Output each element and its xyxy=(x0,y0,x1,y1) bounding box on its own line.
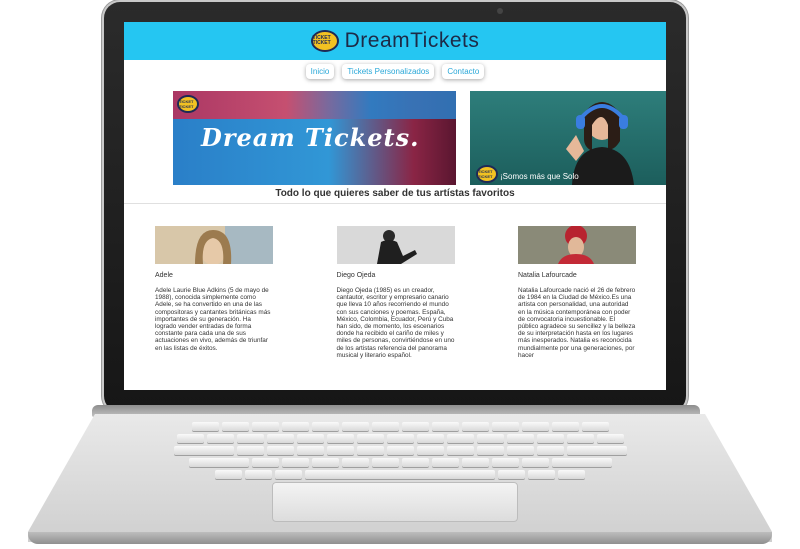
keyboard-key xyxy=(431,458,459,467)
banner-section: TICKET TICKET Dream Tickets. TICKET TICK… xyxy=(124,79,666,219)
keyboard-key xyxy=(491,422,519,431)
keyboard-key xyxy=(326,446,354,455)
keyboard-key xyxy=(536,434,564,443)
keyboard-key xyxy=(528,470,555,479)
singer-with-headphones-image xyxy=(566,102,634,185)
keyboard xyxy=(120,422,680,484)
trackpad[interactable] xyxy=(272,482,518,522)
keyboard-key xyxy=(536,446,564,455)
keyboard-key xyxy=(245,470,272,479)
keyboard-key xyxy=(506,434,534,443)
keyboard-key xyxy=(236,434,264,443)
keyboard-key xyxy=(566,446,627,455)
singer-banner: TICKET TICKET ¡Somos más que Solo xyxy=(470,91,666,185)
ticket-badge-icon: TICKET TICKET xyxy=(476,165,498,183)
artist-card-natalia-lafourcade: Natalia Lafourcade Natalia Lafourcade na… xyxy=(518,226,636,359)
keyboard-key xyxy=(191,422,219,431)
keyboard-key xyxy=(446,446,474,455)
keyboard-key xyxy=(266,446,294,455)
keyboard-key xyxy=(551,422,579,431)
laptop-mockup: TICKET TICKET DreamTickets Inicio Ticket… xyxy=(0,0,800,549)
keyboard-key xyxy=(498,470,525,479)
keyboard-key xyxy=(386,434,414,443)
keyboard-key xyxy=(281,422,309,431)
keyboard-key xyxy=(506,446,534,455)
keyboard-key xyxy=(521,458,549,467)
keyboard-key xyxy=(371,422,399,431)
keyboard-key xyxy=(558,470,585,479)
artist-bio: Diego Ojeda (1985) es un creador, cantau… xyxy=(336,287,455,359)
artist-bio: Natalia Lafourcade nació el 26 de febrer… xyxy=(518,287,636,359)
keyboard-key xyxy=(356,446,384,455)
keyboard-key xyxy=(275,470,302,479)
keyboard-key xyxy=(173,446,234,455)
keyboard-key xyxy=(476,434,504,443)
keyboard-key xyxy=(371,458,399,467)
keyboard-key xyxy=(215,470,242,479)
keyboard-key xyxy=(461,458,489,467)
artist-photo-adele[interactable] xyxy=(155,226,273,264)
keyboard-key xyxy=(581,422,609,431)
banner-script-title: Dream Tickets. xyxy=(201,123,420,152)
keyboard-key xyxy=(176,434,204,443)
keyboard-key xyxy=(296,434,324,443)
ticket-badge-icon: TICKET TICKET xyxy=(177,95,199,113)
artist-list: Adele Adele Laurie Blue Adkins (5 de may… xyxy=(124,204,666,359)
nav-link-tickets-personalizados[interactable]: Tickets Personalizados xyxy=(342,64,435,79)
keyboard-key xyxy=(491,458,519,467)
laptop-screen: TICKET TICKET DreamTickets Inicio Ticket… xyxy=(124,22,666,390)
keyboard-key xyxy=(356,434,384,443)
keyboard-key xyxy=(296,446,324,455)
dream-tickets-banner: TICKET TICKET Dream Tickets. xyxy=(173,91,456,185)
keyboard-key xyxy=(251,458,279,467)
confetti-decoration xyxy=(173,91,456,119)
laptop-base-edge xyxy=(28,532,772,544)
keyboard-key xyxy=(341,422,369,431)
main-nav: Inicio Tickets Personalizados Contacto xyxy=(124,64,666,79)
keyboard-key xyxy=(311,458,339,467)
keyboard-key xyxy=(326,434,354,443)
artist-name: Diego Ojeda xyxy=(336,272,376,279)
keyboard-key xyxy=(341,458,369,467)
site-header: TICKET TICKET DreamTickets xyxy=(124,22,666,60)
keyboard-key xyxy=(596,434,624,443)
keyboard-key xyxy=(461,422,489,431)
artist-card-diego-ojeda: Diego Ojeda Diego Ojeda (1985) es un cre… xyxy=(336,226,455,359)
ticket-logo-icon[interactable]: TICKET TICKET xyxy=(310,30,339,52)
keyboard-key xyxy=(281,458,309,467)
artist-bio: Adele Laurie Blue Adkins (5 de mayo de 1… xyxy=(155,287,271,352)
artist-photo-natalia-lafourcade[interactable] xyxy=(518,226,636,264)
keyboard-key xyxy=(251,422,279,431)
keyboard-key xyxy=(236,446,264,455)
nav-link-inicio[interactable]: Inicio xyxy=(305,64,335,79)
banner-caption: ¡Somos más que Solo xyxy=(500,172,579,181)
webcam-icon xyxy=(497,8,503,14)
artist-card-adele: Adele Adele Laurie Blue Adkins (5 de may… xyxy=(155,226,273,359)
keyboard-key xyxy=(416,446,444,455)
nav-link-contacto[interactable]: Contacto xyxy=(442,64,485,79)
keyboard-key xyxy=(566,434,594,443)
keyboard-key xyxy=(188,458,249,467)
keyboard-key xyxy=(521,422,549,431)
artist-name: Adele xyxy=(155,272,173,279)
artist-name: Natalia Lafourcade xyxy=(518,272,577,279)
keyboard-key xyxy=(431,422,459,431)
keyboard-key xyxy=(311,422,339,431)
keyboard-key xyxy=(386,446,414,455)
keyboard-spacebar xyxy=(305,470,495,479)
keyboard-key xyxy=(266,434,294,443)
keyboard-key xyxy=(401,458,429,467)
artist-photo-diego-ojeda[interactable] xyxy=(336,226,455,264)
keyboard-key xyxy=(551,458,612,467)
keyboard-key xyxy=(446,434,474,443)
keyboard-key xyxy=(221,422,249,431)
keyboard-key xyxy=(476,446,504,455)
brand-title[interactable]: DreamTickets xyxy=(345,29,480,53)
keyboard-key xyxy=(401,422,429,431)
keyboard-key xyxy=(206,434,234,443)
keyboard-key xyxy=(416,434,444,443)
